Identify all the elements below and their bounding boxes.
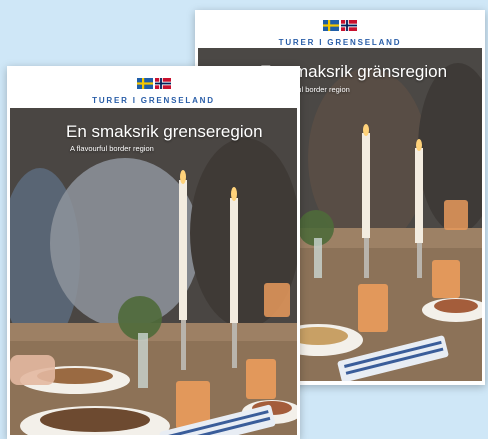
cover-photo: En smaksrik grenseregion A flavourful bo… — [10, 108, 297, 435]
norwegian-flag-icon — [154, 78, 171, 89]
masthead: TURER I GRENSELAND — [7, 66, 300, 108]
cover-headline: En smaksrik grenseregion — [66, 122, 263, 141]
norwegian-flag-icon — [341, 20, 357, 31]
brochure-cover-norwegian: TURER I GRENSELAND En smaksrik grensereg… — [7, 66, 300, 439]
brand-flags — [136, 78, 171, 89]
swedish-flag-icon — [136, 78, 153, 89]
swedish-flag-icon — [323, 20, 339, 31]
brand-name: TURER I GRENSELAND — [278, 38, 402, 47]
dinner-table-illustration — [10, 108, 297, 435]
brand-name: TURER I GRENSELAND — [92, 96, 215, 105]
brand-flags — [323, 20, 357, 31]
masthead: TURER I GRENSELAND — [195, 10, 485, 48]
cover-subline: A flavourful border region — [70, 144, 154, 153]
